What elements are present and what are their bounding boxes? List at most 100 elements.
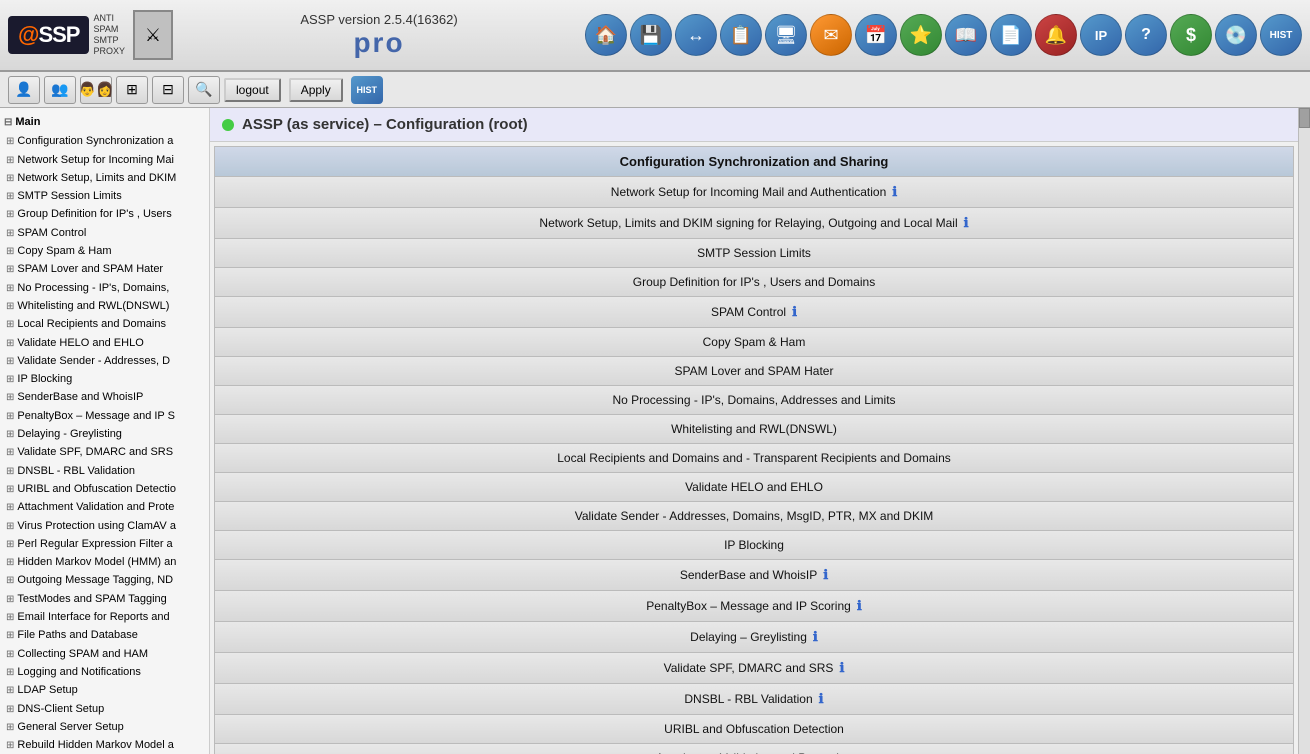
history-icon[interactable]: HIST [1260,14,1302,56]
sidebar-item[interactable]: ⊞URIBL and Obfuscation Detectio [0,480,209,498]
section-row[interactable]: IP Blocking [214,530,1294,559]
expand-icon: ⊞ [6,538,14,551]
transfer-icon[interactable]: ↔ [675,14,717,56]
sidebar: ⊟ Main ⊞Configuration Synchronization a⊞… [0,108,210,754]
sidebar-item[interactable]: ⊞Delaying - Greylisting [0,425,209,443]
save-icon[interactable]: 💿 [1215,14,1257,56]
sidebar-item[interactable]: ⊞IP Blocking [0,370,209,388]
expand-icon: ⊞ [6,300,14,313]
sidebar-item[interactable]: ⊞TestModes and SPAM Tagging [0,590,209,608]
log-icon[interactable]: 📋 [720,14,762,56]
expand-icon: ⊞ [6,721,14,734]
sidebar-item[interactable]: ⊞SMTP Session Limits [0,187,209,205]
sidebar-item[interactable]: ⊞No Processing - IP's, Domains, [0,279,209,297]
section-row[interactable]: Local Recipients and Domains and - Trans… [214,443,1294,472]
expand-icon: ⊞ [6,556,14,569]
apply-button[interactable]: Apply [289,78,343,102]
section-row[interactable]: No Processing - IP's, Domains, Addresses… [214,385,1294,414]
db-icon[interactable]: 💾 [630,14,672,56]
expand-icon: ⊞ [6,629,14,642]
sidebar-item[interactable]: ⊞File Paths and Database [0,626,209,644]
expand-icon: ⊞ [6,135,14,148]
sidebar-item[interactable]: ⊞PenaltyBox – Message and IP S [0,407,209,425]
person2-icon[interactable]: 👥 [44,76,76,104]
page-title: ASSP (as service) – Configuration (root) [242,116,528,133]
section-row[interactable]: Copy Spam & Ham [214,327,1294,356]
bell-icon[interactable]: 🔔 [1035,14,1077,56]
sidebar-item[interactable]: ⊞General Server Setup [0,718,209,736]
email-icon[interactable]: ✉ [810,14,852,56]
sidebar-item[interactable]: ⊞Rebuild Hidden Markov Model a [0,736,209,754]
expand-icon: ⊞ [6,574,14,587]
sidebar-item[interactable]: ⊞Validate SPF, DMARC and SRS [0,443,209,461]
version-text: ASSP version 2.5.4(16362) [173,12,585,27]
ip-icon[interactable]: IP [1080,14,1122,56]
section-row[interactable]: Attachment Validation and Protection [214,743,1294,754]
sidebar-item[interactable]: ⊞Perl Regular Expression Filter a [0,535,209,553]
sidebar-item[interactable]: ⊞SPAM Control [0,224,209,242]
section-row[interactable]: DNSBL - RBL Validationℹ [214,683,1294,714]
section-row[interactable]: Group Definition for IP's , Users and Do… [214,267,1294,296]
sidebar-item[interactable]: ⊞Local Recipients and Domains [0,315,209,333]
scrollbar-thumb[interactable] [1299,108,1310,128]
section-row[interactable]: SMTP Session Limits [214,238,1294,267]
section-row[interactable]: Validate Sender - Addresses, Domains, Ms… [214,501,1294,530]
star-icon[interactable]: ⭐ [900,14,942,56]
info-icon: ℹ [964,215,969,231]
monitor-icon[interactable]: 🖥 [765,14,807,56]
sidebar-item[interactable]: ⊞Hidden Markov Model (HMM) an [0,553,209,571]
main-area: ⊟ Main ⊞Configuration Synchronization a⊞… [0,108,1310,754]
sidebar-item[interactable]: ⊞Validate Sender - Addresses, D [0,352,209,370]
section-row[interactable]: Delaying – Greylistingℹ [214,621,1294,652]
section-row[interactable]: Whitelisting and RWL(DNSWL) [214,414,1294,443]
collapse-all-icon[interactable]: ⊟ [152,76,184,104]
expand-icon: ⊞ [6,190,14,203]
sidebar-item[interactable]: ⊞Logging and Notifications [0,663,209,681]
expand-all-icon[interactable]: ⊞ [116,76,148,104]
help-icon[interactable]: ? [1125,14,1167,56]
sidebar-item[interactable]: ⊞LDAP Setup [0,681,209,699]
hist-button[interactable]: HIST [351,76,383,104]
section-row[interactable]: SPAM Lover and SPAM Hater [214,356,1294,385]
group-icon[interactable]: 👨‍👩 [80,76,112,104]
sidebar-item[interactable]: ⊞Collecting SPAM and HAM [0,645,209,663]
sidebar-item[interactable]: ⊞SenderBase and WhoisIP [0,388,209,406]
section-row[interactable]: SenderBase and WhoisIPℹ [214,559,1294,590]
section-row[interactable]: Configuration Synchronization and Sharin… [214,146,1294,176]
sidebar-item[interactable]: ⊞Whitelisting and RWL(DNSWL) [0,297,209,315]
section-row[interactable]: Validate SPF, DMARC and SRSℹ [214,652,1294,683]
sidebar-item[interactable]: ⊞SPAM Lover and SPAM Hater [0,260,209,278]
sidebar-item[interactable]: ⊞Email Interface for Reports and [0,608,209,626]
section-row[interactable]: SPAM Controlℹ [214,296,1294,327]
sidebar-item[interactable]: ⊞Virus Protection using ClamAV a [0,517,209,535]
section-row[interactable]: URIBL and Obfuscation Detection [214,714,1294,743]
sidebar-item[interactable]: ⊞Attachment Validation and Prote [0,498,209,516]
content-area: ASSP (as service) – Configuration (root)… [210,108,1298,754]
sidebar-item[interactable]: ⊞DNS-Client Setup [0,700,209,718]
donate-icon[interactable]: $ [1170,14,1212,56]
person-icon[interactable]: 👤 [8,76,40,104]
zoom-icon[interactable]: 🔍 [188,76,220,104]
sidebar-item[interactable]: ⊞Network Setup for Incoming Mai [0,151,209,169]
status-dot [222,119,234,131]
sidebar-item[interactable]: ⊞Validate HELO and EHLO [0,334,209,352]
doc-icon[interactable]: 📄 [990,14,1032,56]
sidebar-item[interactable]: ⊞Copy Spam & Ham [0,242,209,260]
sidebar-main[interactable]: ⊟ Main [0,112,209,132]
section-row[interactable]: Network Setup for Incoming Mail and Auth… [214,176,1294,207]
expand-icon: ⊞ [6,465,14,478]
sword-icon: ⚔ [133,10,173,60]
sidebar-item[interactable]: ⊞Group Definition for IP's , Users [0,205,209,223]
section-row[interactable]: PenaltyBox – Message and IP Scoringℹ [214,590,1294,621]
sidebar-item[interactable]: ⊞Configuration Synchronization a [0,132,209,150]
calendar-icon[interactable]: 📅 [855,14,897,56]
sidebar-item[interactable]: ⊞DNSBL - RBL Validation [0,462,209,480]
logout-button[interactable]: logout [224,78,281,102]
section-row[interactable]: Validate HELO and EHLO [214,472,1294,501]
sidebar-item[interactable]: ⊞Network Setup, Limits and DKIM [0,169,209,187]
home-icon[interactable]: 🏠 [585,14,627,56]
book-icon[interactable]: 📖 [945,14,987,56]
expand-icon: ⊞ [6,611,14,624]
sidebar-item[interactable]: ⊞Outgoing Message Tagging, ND [0,571,209,589]
section-row[interactable]: Network Setup, Limits and DKIM signing f… [214,207,1294,238]
